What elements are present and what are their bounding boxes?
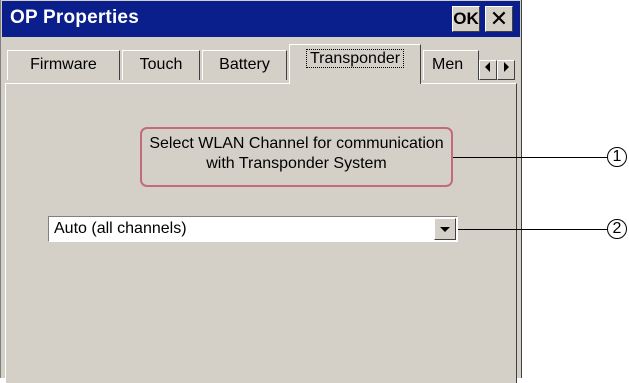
tab-label: Firmware — [30, 56, 97, 73]
selected-channel: Auto (all channels) — [54, 220, 187, 237]
window-title: OP Properties — [10, 7, 139, 28]
triangle-left-icon — [485, 62, 490, 72]
tab-label: Battery — [219, 56, 270, 73]
op-properties-window: OP Properties OK ✕ Firmware Touch Batter… — [0, 0, 522, 383]
tab-label: Transponder — [305, 49, 405, 68]
triangle-right-icon — [504, 62, 509, 72]
tab-strip: Firmware Touch Battery Transponder Men — [1, 44, 521, 84]
wlan-channel-description: Select WLAN Channel for communication wi… — [149, 135, 444, 172]
ok-button[interactable]: OK — [452, 6, 480, 32]
tab-firmware[interactable]: Firmware — [7, 50, 120, 80]
tab-scroll-left-button[interactable] — [479, 60, 497, 80]
tab-label: Touch — [139, 56, 183, 73]
tab-transponder[interactable]: Transponder — [289, 44, 421, 84]
close-button[interactable]: ✕ — [485, 6, 513, 32]
wlan-channel-select[interactable]: Auto (all channels) — [48, 216, 458, 242]
dropdown-arrow-icon — [440, 227, 450, 232]
tab-touch[interactable]: Touch — [122, 50, 200, 80]
callout-line-1 — [453, 157, 607, 158]
callout-line-2 — [458, 229, 607, 230]
tab-label: Men — [432, 56, 464, 73]
callout-marker-2: 2 — [607, 219, 627, 239]
dropdown-button[interactable] — [434, 218, 456, 240]
tab-battery[interactable]: Battery — [202, 50, 287, 80]
tab-scroll-right-button[interactable] — [497, 60, 515, 80]
callout-marker-1: 1 — [607, 147, 627, 167]
tab-menu[interactable]: Men — [423, 50, 479, 80]
title-bar: OP Properties OK ✕ — [2, 1, 520, 37]
